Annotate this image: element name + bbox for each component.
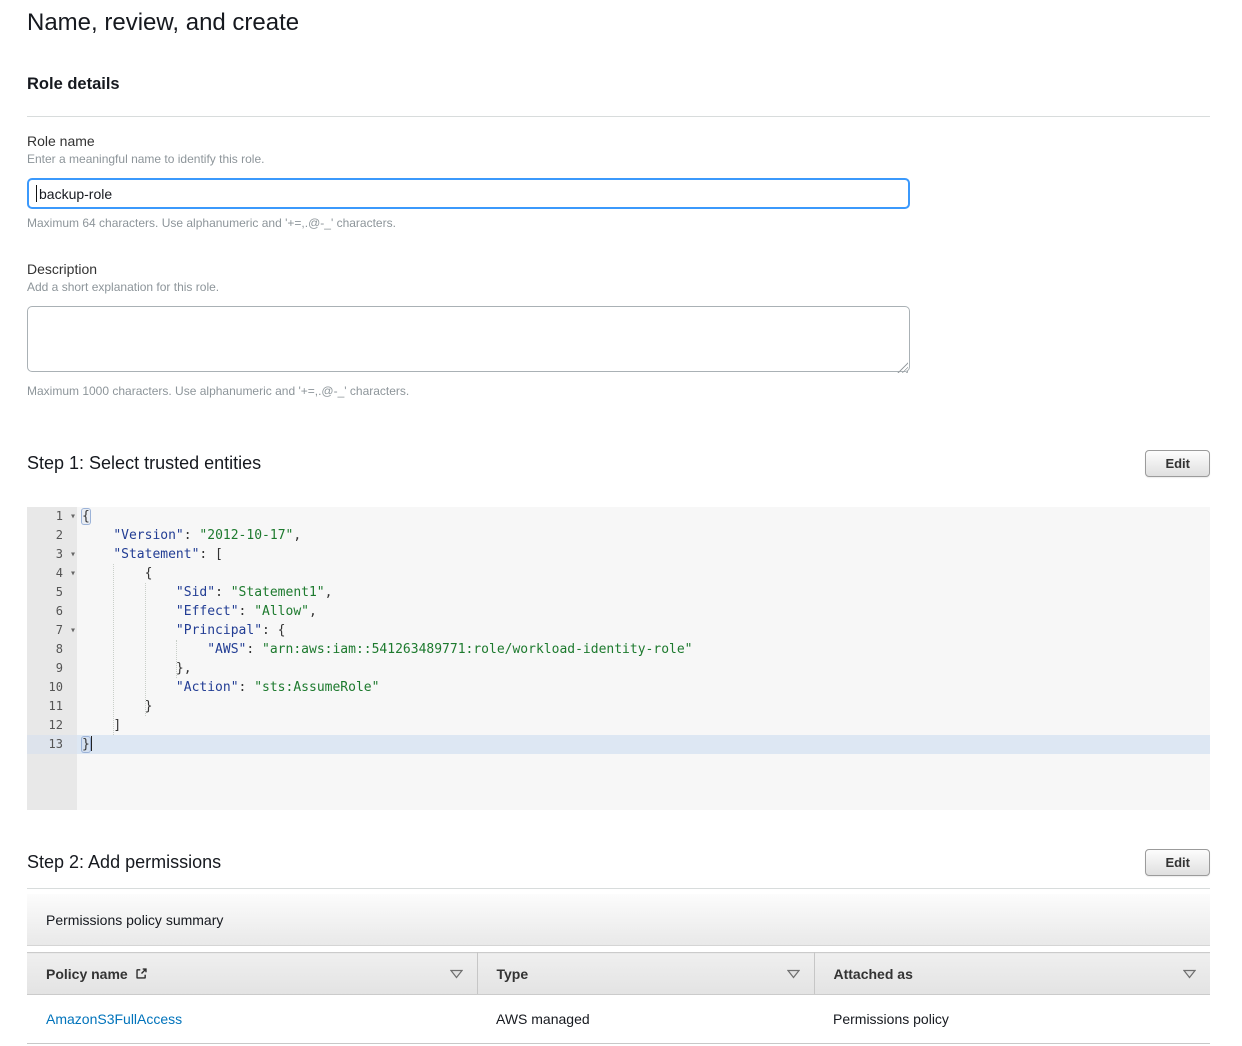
code-line: } — [77, 735, 1210, 754]
gutter-line-number: 6 — [27, 602, 77, 621]
description-field: Description Add a short explanation for … — [27, 261, 1210, 398]
code-line: "Statement": [ — [82, 545, 1210, 564]
gutter-line-number: 11 — [27, 697, 77, 716]
fold-arrow-icon[interactable]: ▾ — [70, 545, 76, 564]
page-container: Name, review, and create Role details Ro… — [27, 9, 1210, 1044]
gutter-line-number: 4▾ — [27, 564, 77, 583]
code-line: "Sid": "Statement1", — [82, 583, 1210, 602]
gutter-line-number: 1▾ — [27, 507, 77, 526]
page-title: Name, review, and create — [27, 9, 1210, 37]
code-line: "Effect": "Allow", — [82, 602, 1210, 621]
code-line: "Version": "2012-10-17", — [82, 526, 1210, 545]
column-header-policy-name[interactable]: Policy name — [27, 953, 477, 995]
fold-arrow-icon[interactable]: ▾ — [70, 507, 76, 526]
gutter-line-number: 8 — [27, 640, 77, 659]
table-body: AmazonS3FullAccess AWS managedPermissions… — [27, 995, 1210, 1044]
text-caret — [36, 185, 37, 202]
panel-title: Permissions policy summary — [27, 894, 1210, 946]
divider — [27, 888, 1210, 889]
step1-heading: Step 1: Select trusted entities — [27, 453, 261, 474]
description-constraint: Maximum 1000 characters. Use alphanumeri… — [27, 384, 1210, 398]
edit-trusted-entities-button[interactable]: Edit — [1145, 450, 1210, 477]
code-line: "Principal": { — [82, 621, 1210, 640]
sort-icon[interactable] — [1183, 969, 1196, 979]
table-header-row: Policy name Type Attached as — [27, 953, 1210, 995]
description-label: Description — [27, 261, 1210, 277]
edit-permissions-button[interactable]: Edit — [1145, 849, 1210, 876]
gutter-line-number: 10 — [27, 678, 77, 697]
column-header-label: Type — [497, 966, 529, 982]
column-header-attached-as[interactable]: Attached as — [814, 953, 1210, 995]
text-cursor — [91, 736, 93, 751]
column-header-type[interactable]: Type — [477, 953, 814, 995]
description-help: Add a short explanation for this role. — [27, 280, 1210, 294]
editor-code: { "Version": "2012-10-17", "Statement": … — [77, 507, 1210, 810]
table-cell: Permissions policy — [814, 995, 1210, 1044]
policy-name-cell: AmazonS3FullAccess — [27, 995, 477, 1044]
permissions-panel: Permissions policy summary Policy name Ty… — [27, 894, 1210, 1044]
code-line: }, — [82, 659, 1210, 678]
role-name-constraint: Maximum 64 characters. Use alphanumeric … — [27, 216, 1210, 230]
gutter-line-number: 9 — [27, 659, 77, 678]
fold-arrow-icon[interactable]: ▾ — [70, 621, 76, 640]
policy-name-link[interactable]: AmazonS3FullAccess — [46, 1011, 182, 1027]
permissions-table: Policy name Type Attached as AmazonS3FullA… — [27, 952, 1210, 1044]
role-name-input[interactable] — [27, 178, 910, 209]
step1-header: Step 1: Select trusted entities Edit — [27, 450, 1210, 477]
description-input[interactable] — [27, 306, 910, 372]
sort-icon[interactable] — [787, 969, 800, 979]
role-name-help: Enter a meaningful name to identify this… — [27, 152, 1210, 166]
code-line: "AWS": "arn:aws:iam::541263489771:role/w… — [82, 640, 1210, 659]
role-details-heading: Role details — [27, 75, 1210, 94]
column-header-label: Policy name — [46, 966, 128, 982]
divider — [27, 116, 1210, 117]
policy-editor[interactable]: 1▾23▾4▾567▾8910111213 { "Version": "2012… — [27, 507, 1210, 810]
code-line: "Action": "sts:AssumeRole" — [82, 678, 1210, 697]
code-line: } — [82, 697, 1210, 716]
gutter-line-number: 7▾ — [27, 621, 77, 640]
fold-arrow-icon[interactable]: ▾ — [70, 564, 76, 583]
step2-heading: Step 2: Add permissions — [27, 852, 221, 873]
role-name-field: Role name Enter a meaningful name to ide… — [27, 133, 1210, 230]
gutter-line-number: 2 — [27, 526, 77, 545]
editor-gutter: 1▾23▾4▾567▾8910111213 — [27, 507, 77, 810]
code-line: ] — [82, 716, 1210, 735]
step2-header: Step 2: Add permissions Edit — [27, 849, 1210, 876]
table-cell: AWS managed — [477, 995, 814, 1044]
gutter-line-number: 12 — [27, 716, 77, 735]
gutter-line-number: 3▾ — [27, 545, 77, 564]
table-row: AmazonS3FullAccess AWS managedPermissions… — [27, 995, 1210, 1044]
code-line: { — [82, 564, 1210, 583]
gutter-line-number: 13 — [27, 735, 77, 754]
code-line: { — [82, 507, 1210, 526]
external-link-icon — [135, 967, 148, 980]
column-header-label: Attached as — [834, 966, 913, 982]
gutter-line-number: 5 — [27, 583, 77, 602]
role-name-label: Role name — [27, 133, 1210, 149]
sort-icon[interactable] — [450, 969, 463, 979]
